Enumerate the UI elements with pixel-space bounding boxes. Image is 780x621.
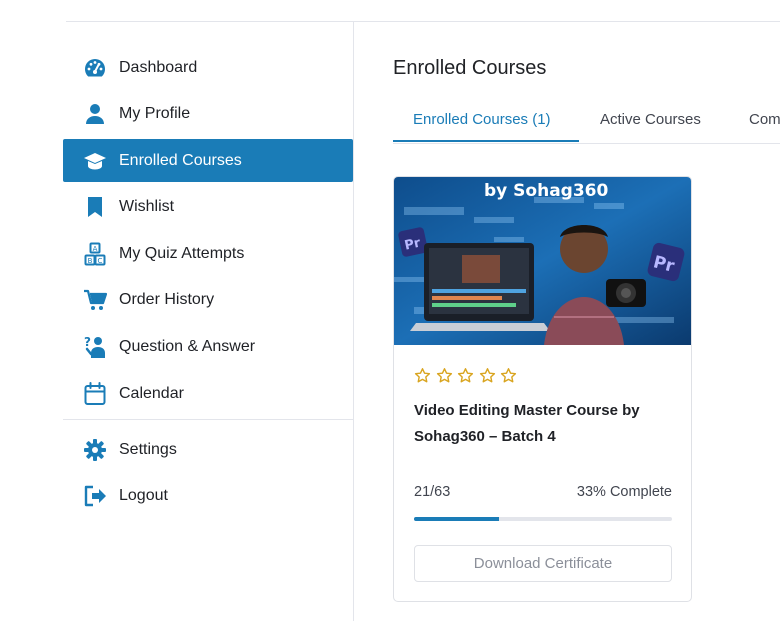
sidebar-item-label: Question & Answer	[119, 338, 256, 356]
tab-enrolled-courses[interactable]: Enrolled Courses (1)	[413, 111, 551, 128]
logout-icon	[82, 483, 108, 509]
star-icon	[457, 367, 474, 389]
sidebar-item-my-quiz-attempts[interactable]: ABC My Quiz Attempts	[63, 232, 353, 275]
top-divider	[66, 21, 780, 22]
gear-icon	[82, 437, 108, 463]
sidebar-item-label: Enrolled Courses	[119, 151, 242, 169]
course-title[interactable]: Video Editing Master Course by Sohag360 …	[414, 398, 674, 450]
bookmark-icon	[82, 194, 108, 220]
svg-text:C: C	[98, 257, 103, 265]
page-title: Enrolled Courses	[393, 57, 547, 79]
sidebar-item-settings[interactable]: Settings	[63, 428, 353, 471]
user-icon	[82, 101, 108, 127]
active-tab-indicator	[393, 140, 579, 142]
sidebar-item-enrolled-courses[interactable]: Enrolled Courses	[63, 139, 353, 183]
sidebar-item-my-profile[interactable]: My Profile	[63, 93, 353, 136]
star-icon	[500, 367, 517, 389]
sidebar-item-calendar[interactable]: Calendar	[63, 372, 353, 415]
lessons-count: 21/63	[414, 484, 451, 500]
download-certificate-button[interactable]: Download Certificate	[414, 545, 672, 582]
question-answer-icon: ?	[82, 334, 108, 360]
sidebar-item-dashboard[interactable]: Dashboard	[63, 46, 353, 89]
star-icon	[436, 367, 453, 389]
sidebar-item-order-history[interactable]: Order History	[63, 279, 353, 322]
sidebar-item-label: Calendar	[119, 384, 184, 402]
course-thumbnail[interactable]: Pr by Sohag360 Pr	[394, 177, 691, 345]
sidebar-item-label: My Profile	[119, 105, 191, 123]
dashboard-sidebar: Dashboard My Profile Enrolled Courses Wi…	[63, 46, 353, 521]
star-icon	[479, 367, 496, 389]
sidebar-item-label: My Quiz Attempts	[119, 244, 245, 262]
sidebar-item-label: Settings	[119, 440, 177, 458]
thumbnail-brand-text: by Sohag360	[484, 181, 608, 201]
sidebar-item-label: Order History	[119, 291, 215, 309]
svg-text:B: B	[88, 257, 93, 265]
course-rating	[414, 367, 517, 389]
calendar-icon	[82, 381, 108, 407]
svg-text:?: ?	[84, 335, 91, 349]
sidebar-item-label: Logout	[119, 487, 168, 505]
quiz-icon: ABC	[82, 241, 108, 267]
course-card[interactable]: Pr by Sohag360 Pr Video Editing Master C…	[393, 176, 692, 602]
sidebar-separator	[63, 419, 353, 421]
progress-bar-fill	[414, 517, 500, 521]
sidebar-divider	[353, 22, 354, 621]
sidebar-item-wishlist[interactable]: Wishlist	[63, 186, 353, 229]
star-icon	[414, 367, 431, 389]
sidebar-item-question-answer[interactable]: ? Question & Answer	[63, 326, 353, 369]
dashboard-icon	[82, 55, 108, 81]
sidebar-item-label: Wishlist	[119, 198, 175, 216]
progress-bar	[414, 517, 672, 521]
cart-icon	[82, 287, 108, 313]
graduation-cap-icon	[82, 148, 108, 174]
sidebar-item-logout[interactable]: Logout	[63, 475, 353, 518]
course-progress-info: 21/63 33% Complete	[414, 484, 672, 500]
svg-text:A: A	[93, 245, 98, 253]
tab-active-courses[interactable]: Active Courses	[600, 111, 701, 128]
completion-label: 33% Complete	[576, 484, 672, 500]
tab-completed-courses[interactable]: Com	[749, 111, 780, 128]
course-tabs: Enrolled Courses (1) Active Courses Com	[393, 108, 780, 144]
sidebar-item-label: Dashboard	[119, 58, 198, 76]
